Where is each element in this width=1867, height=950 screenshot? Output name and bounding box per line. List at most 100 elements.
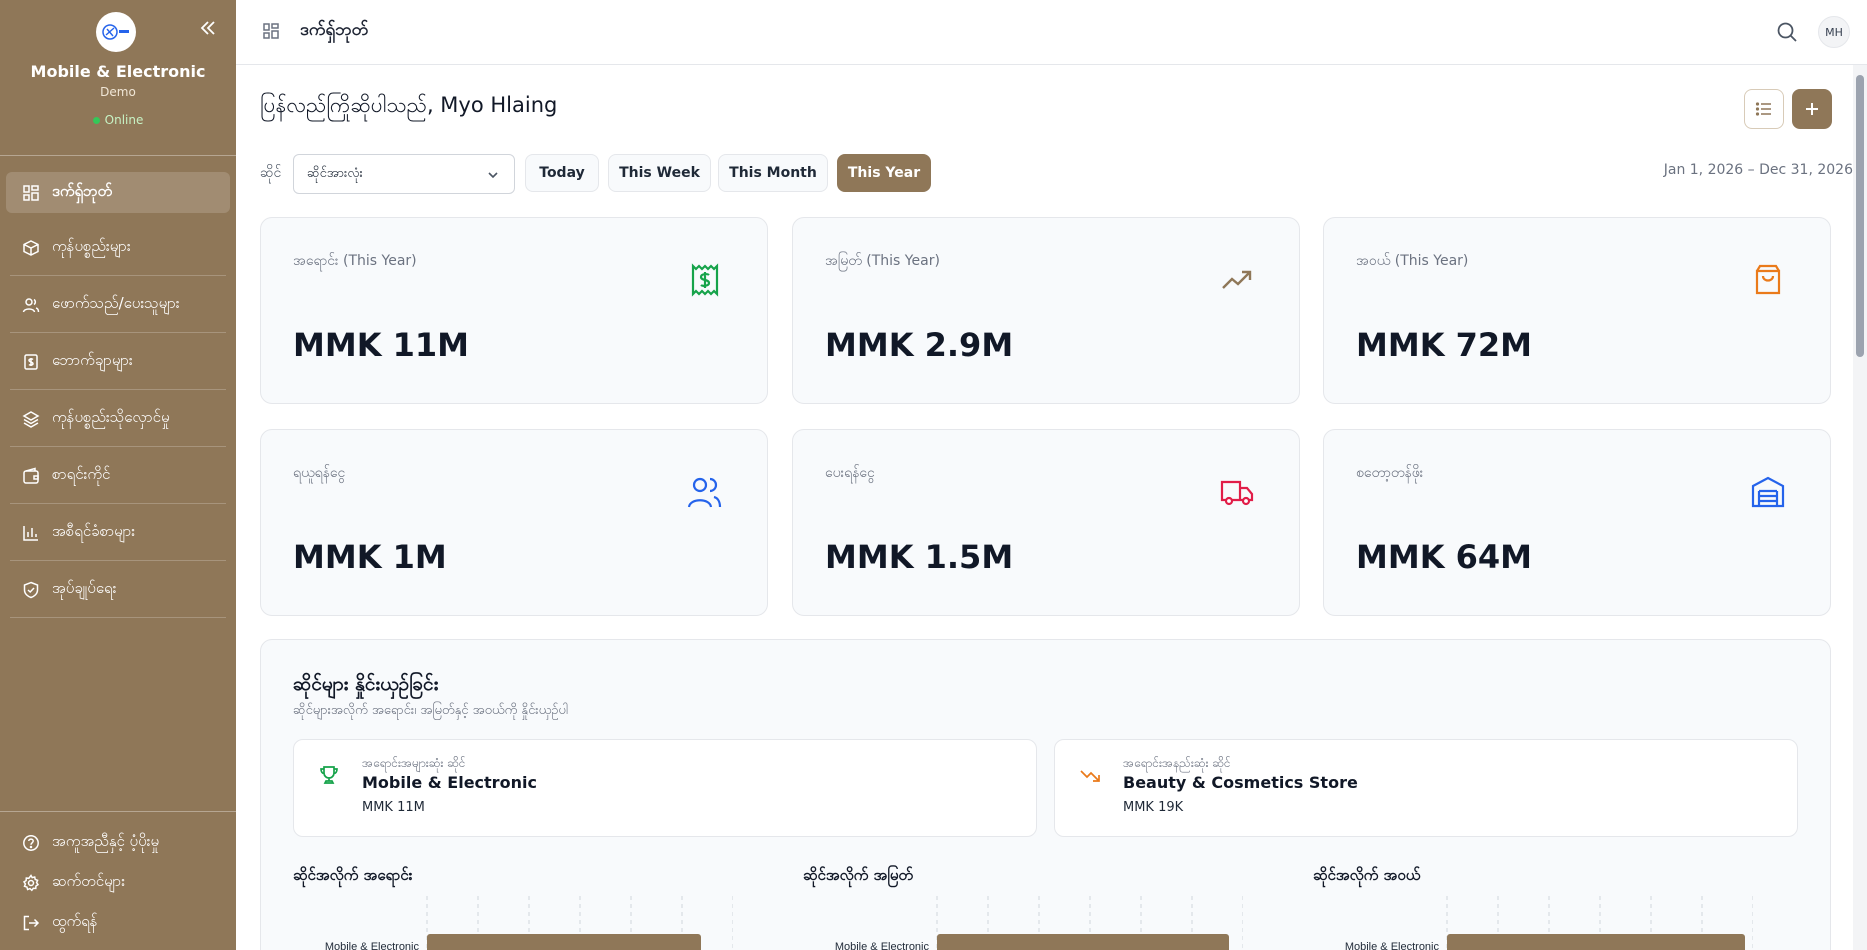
sidebar-item-products[interactable]: ကုန်ပစ္စည်းများ: [0, 219, 236, 276]
shield-icon: [22, 581, 40, 599]
list-icon: [1755, 102, 1771, 116]
period-this-month-button[interactable]: This Month: [718, 154, 828, 192]
sidebar-item-label: စာရင်းကိုင်: [52, 464, 111, 483]
sidebar-item-administration[interactable]: အုပ်ချုပ်ရေး: [0, 561, 236, 618]
user-avatar[interactable]: MH: [1818, 16, 1850, 48]
scrollbar-thumb[interactable]: [1856, 75, 1864, 357]
kpi-card-receivable: ရယူရန်ငွေ MMK 1M: [260, 429, 768, 616]
brand-name: Mobile & Electronic: [30, 62, 206, 81]
dollar-receipt-icon: [685, 260, 725, 300]
kpi-value: MMK 2.9M: [825, 326, 1014, 364]
scrollbar[interactable]: [1853, 65, 1867, 950]
date-range: Jan 1, 2026 – Dec 31, 2026: [1663, 162, 1853, 178]
kpi-card-profit: အမြတ် (This Year) MMK 2.9M: [792, 217, 1300, 404]
chevrons-left-icon: [200, 21, 215, 35]
help-support-link[interactable]: အကူအညီနှင့် ပံ့ပိုးမှု: [0, 823, 236, 863]
trending-up-icon: [1217, 260, 1257, 300]
online-status: Online: [0, 113, 236, 127]
store-filter-label: ဆိုင်: [260, 165, 282, 181]
sidebar-item-dashboard[interactable]: ဒက်ရှ်ဘုတ်: [6, 172, 230, 213]
lowest-store-caption: အရောင်းအနည်းဆုံး ဆိုင်: [1123, 756, 1231, 770]
section-title: ဆိုင်များ နှိုင်းယှဉ်ခြင်း: [293, 673, 439, 695]
add-button[interactable]: [1792, 89, 1832, 129]
kpi-value: MMK 1M: [293, 538, 447, 576]
sidebar-item-contacts[interactable]: ဖောက်သည်/ပေးသူများ: [0, 276, 236, 333]
list-view-button[interactable]: [1744, 89, 1784, 129]
logout-link[interactable]: ထွက်ရန်: [0, 903, 236, 943]
kpi-value: MMK 11M: [293, 326, 469, 364]
kpi-label: အမြတ် (This Year): [825, 253, 940, 269]
kpi-label: ပေးရန်ငွေ: [825, 465, 875, 481]
box-icon: [22, 239, 40, 257]
sidebar-item-label: ဖောက်သည်/ပေးသူများ: [52, 293, 180, 312]
sidebar-item-label: ကုန်ပစ္စည်းသိုလှောင်မှု: [52, 407, 170, 426]
kpi-card-sales: အရောင်း (This Year) MMK 11M: [260, 217, 768, 404]
kpi-value: MMK 72M: [1356, 326, 1532, 364]
kpi-label: အရောင်း (This Year): [293, 253, 417, 269]
search-icon[interactable]: [1776, 21, 1798, 47]
store-select-value: ဆိုင်အားလုံး: [307, 165, 363, 181]
online-status-text: Online: [104, 113, 144, 127]
wallet-icon: [22, 467, 40, 485]
trending-down-icon: [1079, 764, 1101, 790]
sidebar-item-reports[interactable]: အစီရင်ခံစာများ: [0, 504, 236, 561]
sidebar-nav: ဒက်ရှ်ဘုတ် ကုန်ပစ္စည်းများ ဖောက်သည်/ပေးသ…: [0, 166, 236, 618]
sales-by-store-chart: Mobile & Electronic: [325, 896, 733, 950]
purchases-by-store-title: ဆိုင်အလိုက် အဝယ်: [1313, 866, 1421, 884]
sidebar-item-inventory[interactable]: ကုန်ပစ္စည်းသိုလှောင်မှု: [0, 390, 236, 447]
collapse-sidebar-button[interactable]: [198, 18, 218, 38]
kpi-card-stock-value: စတော့တန်ဖိုး MMK 64M: [1323, 429, 1831, 616]
top-store-name: Mobile & Electronic: [362, 773, 537, 792]
section-subtitle: ဆိုင်များအလိုက် အရောင်း၊ အမြတ်နှင့် အဝယ်…: [293, 703, 569, 718]
bar-chart-icon: [22, 524, 40, 542]
kpi-value: MMK 64M: [1356, 538, 1532, 576]
period-today-button[interactable]: Today: [525, 154, 599, 192]
receipt-icon: [22, 353, 40, 371]
settings-label: ဆက်တင်များ: [52, 872, 126, 890]
period-this-week-button[interactable]: This Week: [608, 154, 711, 192]
store-select[interactable]: ဆိုင်အားလုံး: [293, 154, 515, 194]
kpi-card-payable: ပေးရန်ငွေ MMK 1.5M: [792, 429, 1300, 616]
app-logo: [96, 12, 136, 52]
kpi-label: စတော့တန်ဖိုး: [1356, 465, 1424, 481]
plus-icon: [1806, 103, 1818, 115]
sidebar-bottom-nav: အကူအညီနှင့် ပံ့ပိုးမှု ဆက်တင်များ ထွက်ရန…: [0, 823, 236, 943]
status-dot-icon: [92, 117, 100, 124]
lowest-store-value: MMK 19K: [1123, 800, 1184, 815]
settings-link[interactable]: ဆက်တင်များ: [0, 863, 236, 903]
store-comparison-section: ဆိုင်များ နှိုင်းယှဉ်ခြင်း ဆိုင်များအလို…: [260, 639, 1831, 950]
gear-icon: [22, 874, 40, 892]
sidebar-item-label: ကုန်ပစ္စည်းများ: [52, 236, 131, 255]
dashboard-icon: [262, 22, 280, 44]
sidebar-item-label: ဒက်ရှ်ဘုတ်: [52, 181, 113, 200]
users-icon: [685, 472, 725, 512]
shopping-bag-icon: [1748, 260, 1788, 300]
bar-label: Mobile & Electronic: [835, 941, 930, 950]
sidebar-item-label: အစီရင်ခံစာများ: [52, 521, 136, 540]
bar-label: Mobile & Electronic: [1345, 941, 1440, 950]
purchases-bar: [1447, 934, 1745, 950]
warehouse-icon: [1748, 472, 1788, 512]
kpi-value: MMK 1.5M: [825, 538, 1014, 576]
sidebar-divider: [0, 811, 236, 812]
sidebar-item-accounting[interactable]: စာရင်းကိုင်: [0, 447, 236, 504]
kpi-card-purchases: အဝယ် (This Year) MMK 72M: [1323, 217, 1831, 404]
sidebar: Mobile & Electronic Demo Online ဒက်ရှ်ဘု…: [0, 0, 236, 950]
lowest-store-name: Beauty & Cosmetics Store: [1123, 773, 1358, 792]
period-this-year-button[interactable]: This Year: [837, 154, 931, 192]
logout-icon: [22, 914, 40, 932]
sidebar-item-label: ဘောက်ချာများ: [52, 350, 133, 369]
top-store-card: အရောင်းအများဆုံး ဆိုင် Mobile & Electron…: [293, 739, 1037, 837]
page-title: ဒက်ရှ်ဘုတ်: [300, 20, 369, 40]
profit-bar: [937, 934, 1229, 950]
top-header: ဒက်ရှ်ဘုတ် MH: [236, 0, 1867, 65]
top-store-caption: အရောင်းအများဆုံး ဆိုင်: [362, 756, 466, 770]
layers-icon: [22, 410, 40, 428]
trophy-icon: [318, 764, 340, 790]
sidebar-item-vouchers[interactable]: ဘောက်ချာများ: [0, 333, 236, 390]
sidebar-divider: [0, 155, 236, 156]
top-store-value: MMK 11M: [362, 800, 425, 815]
bar-label: Mobile & Electronic: [325, 941, 420, 950]
profit-by-store-chart: Mobile & Electronic: [835, 896, 1243, 950]
dashboard-icon: [22, 184, 40, 202]
